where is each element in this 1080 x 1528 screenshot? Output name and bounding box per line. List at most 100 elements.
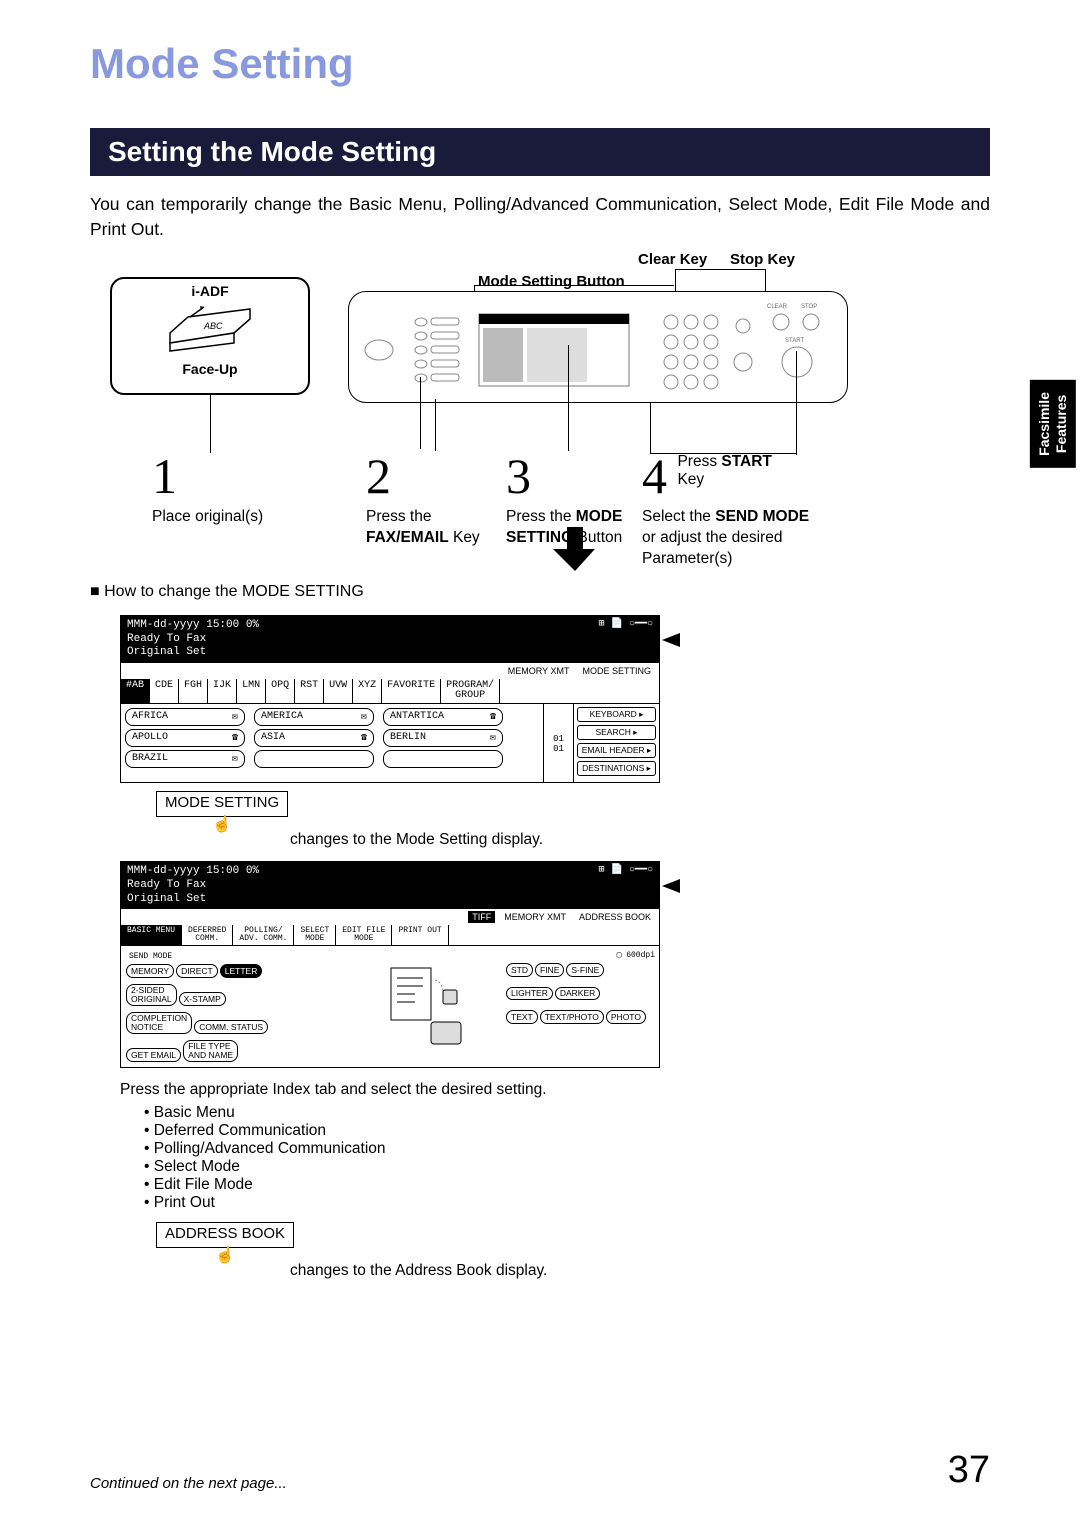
stop-key-label: Stop Key bbox=[730, 251, 795, 268]
list-item: ANTARTICA☎ bbox=[383, 708, 503, 726]
pill-button: MEMORY bbox=[126, 964, 174, 978]
screen1-tab: PROGRAM/ GROUP bbox=[441, 679, 500, 703]
instruction-text: Press the appropriate Index tab and sele… bbox=[120, 1078, 990, 1102]
address-book-touch-button[interactable]: ADDRESS BOOK ☝ bbox=[156, 1222, 294, 1248]
svg-text:STOP: STOP bbox=[801, 304, 817, 310]
list-item: ASIA☎ bbox=[254, 729, 374, 747]
screen1-tab: FAVORITE bbox=[382, 679, 441, 703]
mode-setting-touch-button[interactable]: MODE SETTING ☝ bbox=[156, 791, 288, 817]
caption-1: changes to the Mode Setting display. bbox=[290, 831, 990, 849]
screen2-tab: SELECT MODE bbox=[294, 925, 336, 945]
svg-text:ABC: ABC bbox=[203, 321, 223, 331]
pill-button: S-FINE bbox=[566, 963, 604, 977]
step-1: 1 Place original(s) bbox=[152, 447, 322, 528]
svg-text:START: START bbox=[785, 338, 804, 344]
address-book-tab: ADDRESS BOOK bbox=[574, 910, 656, 924]
screen1-tab: UVW bbox=[324, 679, 353, 703]
svg-text:CLEAR: CLEAR bbox=[767, 304, 788, 310]
side-tab-facsimile-features: Facsimile Features bbox=[1030, 380, 1076, 468]
iadf-label: i-ADF bbox=[112, 283, 308, 299]
pill-button: X-STAMP bbox=[179, 992, 226, 1006]
screen1-tab: FGH bbox=[179, 679, 208, 703]
pill-button: DIRECT bbox=[176, 964, 218, 978]
page-number: 37 bbox=[948, 1449, 990, 1492]
pill-button: 2-SIDED ORIGINAL bbox=[126, 984, 177, 1006]
screen2-tab: BASIC MENU bbox=[121, 925, 182, 945]
continued-text: Continued on the next page... bbox=[90, 1475, 287, 1492]
mode-setting-tab: MODE SETTING bbox=[577, 664, 656, 678]
down-arrow-icon bbox=[553, 527, 597, 573]
pill-button: TEXT bbox=[506, 1010, 538, 1024]
step-num-2: 2 bbox=[366, 447, 391, 505]
pill-button: GET EMAIL bbox=[126, 1048, 181, 1062]
pill-button: LETTER bbox=[220, 964, 263, 978]
pill-button: FINE bbox=[535, 963, 564, 977]
step-num-1: 1 bbox=[152, 447, 177, 505]
list-item: BRAZIL✉ bbox=[125, 750, 245, 768]
page-title: Mode Setting bbox=[90, 40, 990, 88]
pill-button: COMPLETION NOTICE bbox=[126, 1012, 192, 1034]
screen1-tabs: #ABCDEFGHIJKLMNOPQRSTUVWXYZFAVORITEPROGR… bbox=[121, 679, 659, 704]
control-panel: CLEAR STOP START bbox=[348, 291, 848, 403]
step-caption-1: Place original(s) bbox=[152, 507, 322, 528]
arrow-left-icon bbox=[662, 633, 680, 647]
section-header: Setting the Mode Setting bbox=[90, 128, 990, 176]
howto-heading: ■ How to change the MODE SETTING bbox=[90, 583, 990, 601]
document-preview-icon bbox=[385, 962, 475, 1052]
list-item: AFRICA✉ bbox=[125, 708, 245, 726]
pill-button: PHOTO bbox=[606, 1010, 646, 1024]
pill-button: FILE TYPE AND NAME bbox=[183, 1040, 238, 1062]
pill-button: LIGHTER bbox=[506, 987, 553, 1001]
screen1-right-button: KEYBOARD ▸ bbox=[577, 707, 656, 722]
hand-icon: ☝ bbox=[215, 1245, 235, 1265]
step-caption-2: Press the FAX/EMAIL Key bbox=[366, 507, 506, 549]
mode-setting-button-label: Mode Setting Button bbox=[478, 273, 625, 290]
iadf-box: i-ADF ABC Face-Up bbox=[110, 277, 310, 395]
arrow-left-icon bbox=[662, 879, 680, 893]
bullet-item: • Print Out bbox=[144, 1194, 990, 1212]
step-caption-4: Select the SEND MODE or adjust the desir… bbox=[642, 507, 872, 570]
face-up-label: Face-Up bbox=[112, 361, 308, 377]
screen1-tab: #AB bbox=[121, 679, 150, 703]
bullet-item: • Deferred Communication bbox=[144, 1122, 990, 1140]
screen1-right-button: DESTINATIONS ▸ bbox=[577, 761, 656, 776]
bullet-list: • Basic Menu• Deferred Communication• Po… bbox=[144, 1104, 990, 1212]
pill-button: DARKER bbox=[555, 987, 600, 1001]
diagram-area: Clear Key Stop Key Mode Setting Button i… bbox=[90, 255, 990, 555]
bullet-item: • Basic Menu bbox=[144, 1104, 990, 1122]
list-item: AMERICA✉ bbox=[254, 708, 374, 726]
screen1-tab: XYZ bbox=[353, 679, 382, 703]
hand-icon: ☝ bbox=[212, 814, 232, 834]
screen2-tab: POLLING/ ADV. COMM. bbox=[233, 925, 294, 945]
screen1-tab: RST bbox=[295, 679, 324, 703]
screen1-tab: CDE bbox=[150, 679, 179, 703]
bullet-item: • Polling/Advanced Communication bbox=[144, 1140, 990, 1158]
step-4: 4 Press START Key Select the SEND MODE o… bbox=[642, 447, 872, 570]
iadf-icon: ABC bbox=[164, 303, 256, 359]
pill-button: COMM. STATUS bbox=[194, 1020, 268, 1034]
screen1-right-button: EMAIL HEADER ▸ bbox=[577, 743, 656, 758]
bullet-item: • Edit File Mode bbox=[144, 1176, 990, 1194]
screen1-tab: OPQ bbox=[266, 679, 295, 703]
screen-2: MMM-dd-yyyy 15:00 0% Ready To Fax Origin… bbox=[120, 861, 660, 1068]
bullet-item: • Select Mode bbox=[144, 1158, 990, 1176]
screen1-right-button: SEARCH ▸ bbox=[577, 725, 656, 740]
list-item: APOLLO☎ bbox=[125, 729, 245, 747]
list-item: BERLIN✉ bbox=[383, 729, 503, 747]
screen2-tab: EDIT FILE MODE bbox=[336, 925, 392, 945]
clear-key-label: Clear Key bbox=[638, 251, 707, 268]
control-panel-icon: CLEAR STOP START bbox=[349, 292, 849, 404]
pill-button: TEXT/PHOTO bbox=[540, 1010, 604, 1024]
memory-xmt-tab: MEMORY XMT bbox=[503, 664, 575, 678]
screen1-tab: LMN bbox=[237, 679, 266, 703]
screen1-tab: IJK bbox=[208, 679, 237, 703]
screen2-tab: DEFERRED COMM. bbox=[182, 925, 233, 945]
step-num-3: 3 bbox=[506, 447, 531, 505]
step-2: 2 Press the FAX/EMAIL Key bbox=[366, 447, 506, 549]
step-num-4: 4 bbox=[642, 447, 667, 505]
screen-1: MMM-dd-yyyy 15:00 0% Ready To Fax Origin… bbox=[120, 615, 660, 783]
pill-button: STD bbox=[506, 963, 533, 977]
intro-paragraph: You can temporarily change the Basic Men… bbox=[90, 192, 990, 243]
caption-2: changes to the Address Book display. bbox=[290, 1262, 990, 1280]
screen2-tab: PRINT OUT bbox=[392, 925, 448, 945]
